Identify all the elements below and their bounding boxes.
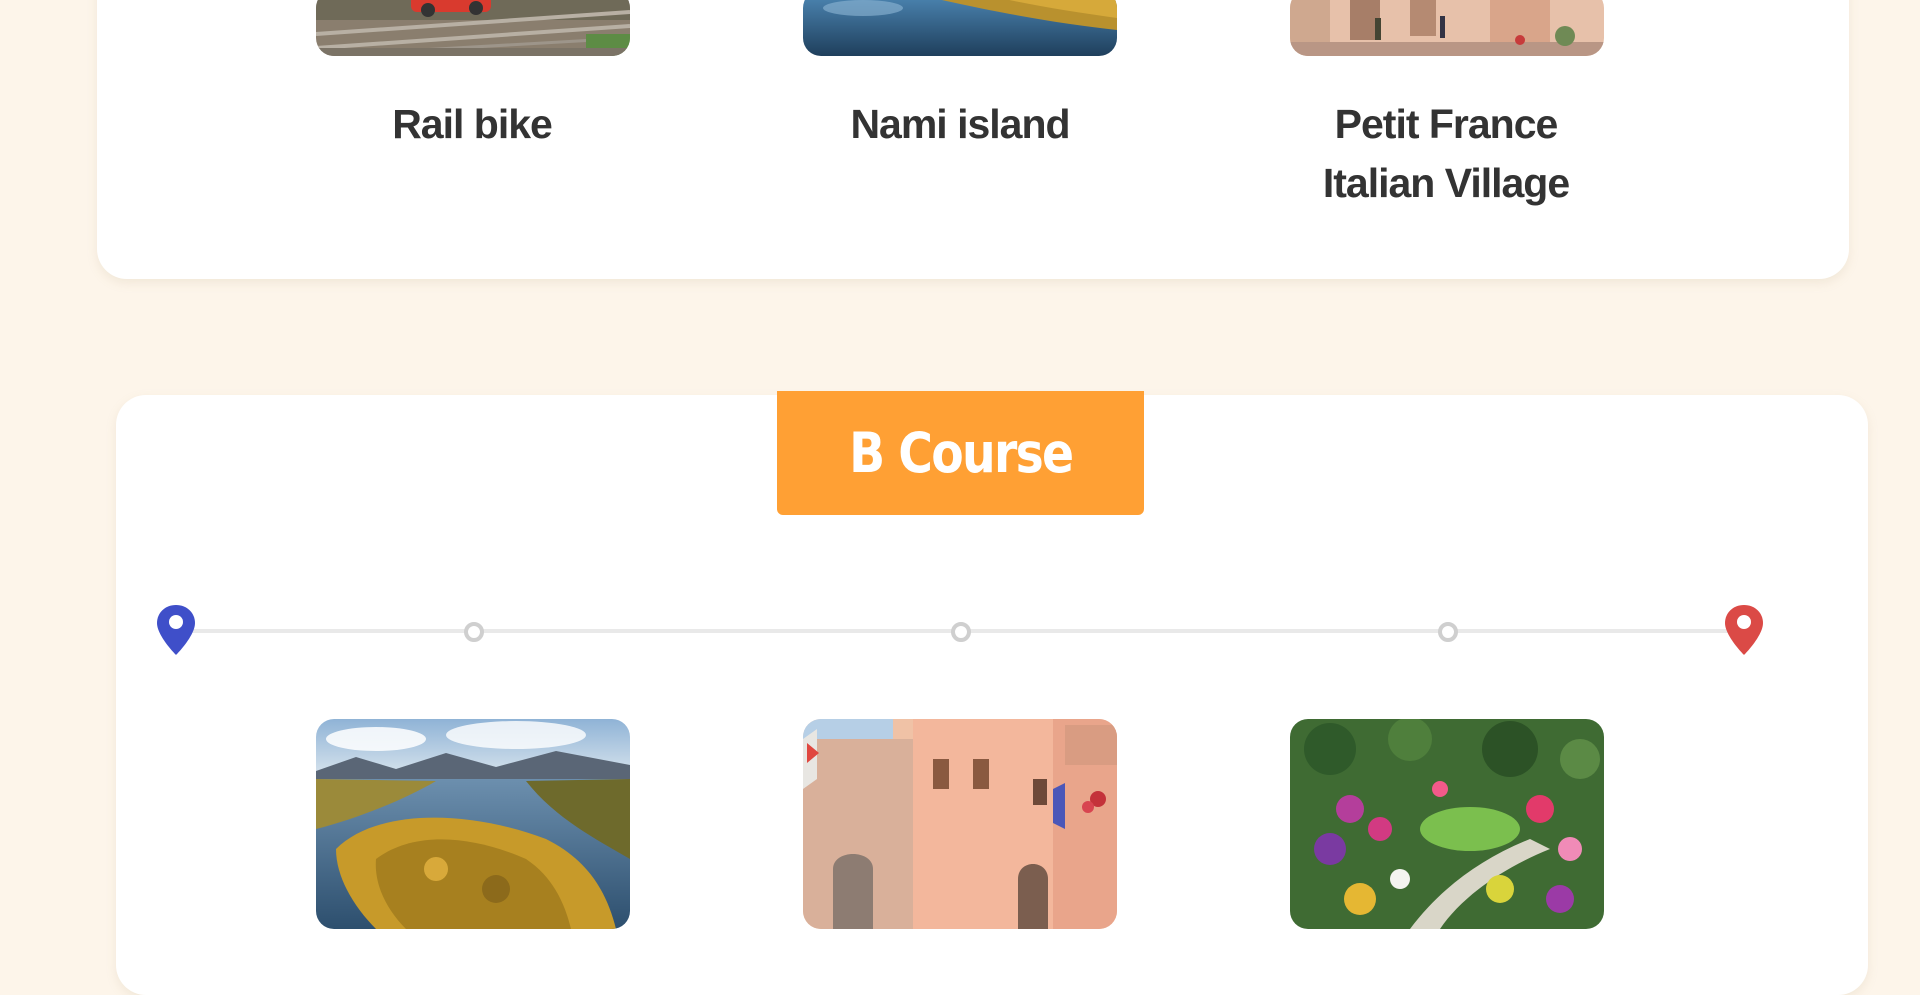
petit-france-title: Petit France Italian Village: [1226, 95, 1666, 213]
stop-name-line: Rail bike: [392, 101, 553, 147]
nami-island-title: Nami island: [740, 95, 1180, 154]
rail-bike-photo[interactable]: [316, 0, 630, 56]
nami-island-photo[interactable]: [803, 0, 1117, 56]
rail-bike-title: Rail bike: [252, 95, 692, 154]
map-pin-start-icon: [155, 604, 197, 656]
flower-garden-aerial-photo[interactable]: [1290, 719, 1604, 929]
waypoint-dot: [951, 622, 971, 642]
waypoint-dot: [464, 622, 484, 642]
nami-island-aerial-photo[interactable]: [316, 719, 630, 929]
course-b-header-tab: B Course: [777, 391, 1144, 515]
map-pin-end-icon: [1723, 604, 1765, 656]
stop-name-line: Nami island: [850, 101, 1070, 147]
waypoint-dot: [1438, 622, 1458, 642]
stop-name-line: Italian Village: [1322, 160, 1570, 206]
stop-name-line: Petit France: [1334, 101, 1559, 147]
course-b-title: B Course: [848, 421, 1074, 485]
italian-village-street-photo[interactable]: [803, 719, 1117, 929]
petit-france-photo[interactable]: [1290, 0, 1604, 56]
